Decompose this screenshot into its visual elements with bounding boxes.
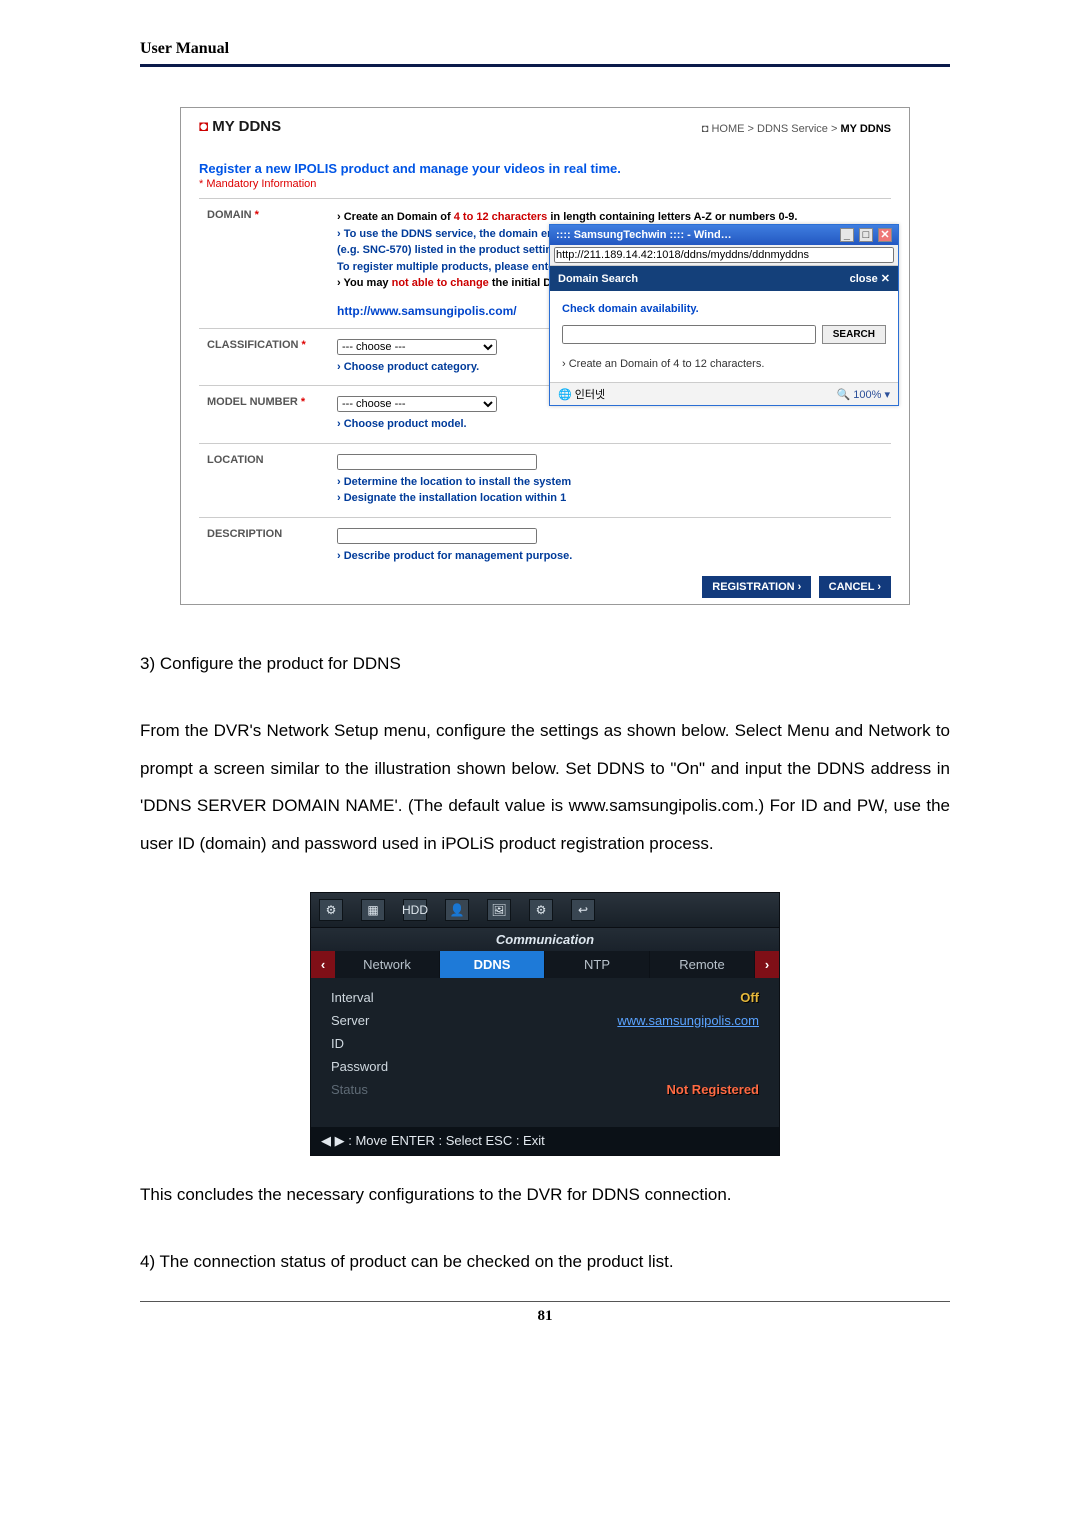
- popup-title: :::: SamsungTechwin :::: - Wind…: [556, 229, 732, 241]
- location-hint-1: › Determine the location to install the …: [337, 474, 883, 491]
- domain-search-input[interactable]: [562, 325, 816, 344]
- tabs-left-arrow-icon[interactable]: ‹: [311, 951, 335, 978]
- description-input[interactable]: [337, 528, 537, 544]
- popup-address-bar: [550, 245, 898, 266]
- model-hint: › Choose product model.: [337, 416, 883, 433]
- close-icon[interactable]: ✕: [878, 228, 892, 242]
- popup-url-input[interactable]: [554, 247, 894, 263]
- breadcrumb-icon: ◘: [702, 123, 709, 135]
- dvr-server-value[interactable]: www.samsungipolis.com: [617, 1013, 759, 1028]
- location-hint-2: › Designate the installation location wi…: [337, 490, 883, 507]
- dvr-toolbar: ⚙ ▦ HDD 👤 🖼 ⚙ ↩: [311, 893, 779, 928]
- breadcrumb: ◘ HOME > DDNS Service > MY DDNS: [702, 123, 891, 135]
- settings-icon[interactable]: ⚙: [319, 899, 343, 921]
- zoom-indicator[interactable]: 🔍 100% ▾: [837, 388, 890, 401]
- tabs-right-arrow-icon[interactable]: ›: [755, 951, 779, 978]
- dvr-footer-hints: ◀ ▶ : Move ENTER : Select ESC : Exit: [311, 1127, 779, 1155]
- dvr-server-label: Server: [331, 1013, 369, 1028]
- dvr-status-value: Not Registered: [667, 1082, 759, 1097]
- row-description: DESCRIPTION › Describe product for manag…: [199, 517, 891, 574]
- maximize-icon[interactable]: □: [859, 228, 873, 242]
- registration-button[interactable]: REGISTRATION ›: [702, 576, 811, 598]
- domain-label: DOMAIN *: [199, 199, 329, 329]
- tab-ntp[interactable]: NTP: [545, 951, 650, 978]
- dvr-password-label: Password: [331, 1059, 388, 1074]
- row-location: LOCATION › Determine the location to ins…: [199, 443, 891, 517]
- dvr-screenshot: ⚙ ▦ HDD 👤 🖼 ⚙ ↩ Communication ‹ Network …: [310, 892, 780, 1156]
- location-label: LOCATION: [199, 443, 329, 517]
- paragraph-2: This concludes the necessary configurati…: [140, 1176, 950, 1213]
- dvr-interval-label: Interval: [331, 990, 374, 1005]
- tab-ddns[interactable]: DDNS: [440, 951, 545, 978]
- step-3: 3) Configure the product for DDNS: [140, 645, 950, 682]
- model-select[interactable]: --- choose ---: [337, 396, 497, 412]
- register-headline: Register a new IPOLIS product and manage…: [199, 161, 891, 176]
- dvr-row-password: Password: [331, 1055, 759, 1078]
- popup-check-label: Check domain availability.: [562, 303, 886, 315]
- web-form-screenshot: ◘ MY DDNS ◘ HOME > DDNS Service > MY DDN…: [180, 107, 910, 605]
- model-label: MODEL NUMBER *: [199, 386, 329, 444]
- search-button[interactable]: SEARCH: [822, 325, 886, 344]
- domain-search-popup: :::: SamsungTechwin :::: - Wind… _ □ ✕ D…: [549, 224, 899, 406]
- dvr-tabs: ‹ Network DDNS NTP Remote ›: [311, 951, 779, 978]
- network-icon[interactable]: ⚙: [529, 899, 553, 921]
- mandatory-note: * Mandatory Information: [199, 178, 891, 190]
- dvr-row-status: Status Not Registered: [331, 1078, 759, 1101]
- popup-status-bar: 🌐 인터넷 🔍 100% ▾: [550, 382, 898, 405]
- back-icon[interactable]: ↩: [571, 899, 595, 921]
- step-4: 4) The connection status of product can …: [140, 1243, 950, 1280]
- popup-hint: › Create an Domain of 4 to 12 characters…: [562, 358, 886, 370]
- popup-status-net: 인터넷: [575, 389, 605, 401]
- camera-icon[interactable]: 🖼: [487, 899, 511, 921]
- dvr-interval-value[interactable]: Off: [740, 990, 759, 1005]
- page-header: User Manual: [140, 40, 950, 67]
- window-buttons: _ □ ✕: [838, 228, 892, 242]
- popup-section-head: Domain Search close ✕: [550, 266, 898, 291]
- internet-icon: 🌐: [558, 389, 572, 401]
- paragraph-1: From the DVR's Network Setup menu, confi…: [140, 712, 950, 862]
- location-input[interactable]: [337, 454, 537, 470]
- description-hint: › Describe product for management purpos…: [337, 548, 883, 565]
- popup-titlebar: :::: SamsungTechwin :::: - Wind… _ □ ✕: [550, 225, 898, 245]
- dvr-id-label: ID: [331, 1036, 344, 1051]
- description-label: DESCRIPTION: [199, 517, 329, 574]
- popup-close-link[interactable]: close ✕: [850, 272, 890, 285]
- dvr-row-id: ID: [331, 1032, 759, 1055]
- tab-network[interactable]: Network: [335, 951, 440, 978]
- dvr-row-server: Server www.samsungipolis.com: [331, 1009, 759, 1032]
- dvr-row-interval: Interval Off: [331, 986, 759, 1009]
- myddns-title: ◘ MY DDNS: [199, 118, 281, 135]
- dvr-section-title: Communication: [311, 928, 779, 951]
- dvr-status-label: Status: [331, 1082, 368, 1097]
- page-number: 81: [538, 1308, 553, 1324]
- classification-label: CLASSIFICATION *: [199, 328, 329, 386]
- hdd-icon[interactable]: HDD: [403, 899, 427, 921]
- tab-remote[interactable]: Remote: [650, 951, 755, 978]
- cancel-button[interactable]: CANCEL ›: [819, 576, 891, 598]
- display-icon[interactable]: ▦: [361, 899, 385, 921]
- minimize-icon[interactable]: _: [840, 228, 854, 242]
- title-bullet-icon: ◘: [199, 118, 208, 135]
- classification-select[interactable]: --- choose ---: [337, 339, 497, 355]
- user-icon[interactable]: 👤: [445, 899, 469, 921]
